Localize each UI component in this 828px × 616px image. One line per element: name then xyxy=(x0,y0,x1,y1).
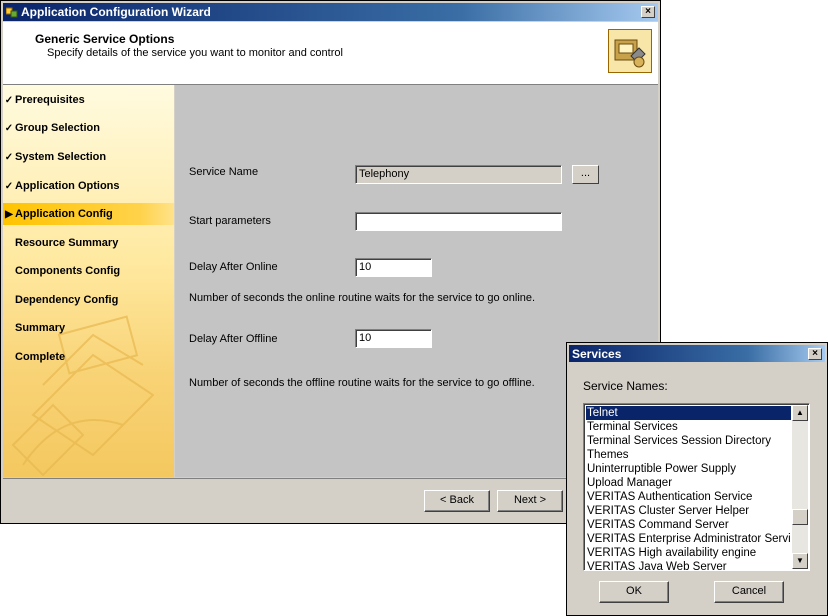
page-title: Generic Service Options xyxy=(35,32,175,46)
step-application-config: ▶ Application Config xyxy=(3,203,174,225)
wizard-close-button[interactable]: × xyxy=(641,6,655,18)
delay-after-offline-input[interactable]: 10 xyxy=(355,329,432,348)
ok-button[interactable]: OK xyxy=(599,581,669,603)
scroll-thumb[interactable] xyxy=(792,509,808,525)
delay-after-online-help: Number of seconds the online routine wai… xyxy=(189,292,536,304)
services-close-button[interactable]: × xyxy=(808,348,822,360)
wizard-logo-icon xyxy=(608,29,652,73)
step-label: System Selection xyxy=(15,151,107,163)
step-label: Complete xyxy=(15,351,66,363)
step-complete: Complete xyxy=(3,346,65,368)
list-item[interactable]: Terminal Services Session Directory xyxy=(586,434,791,448)
step-dependency-config: Dependency Config xyxy=(3,289,118,311)
page-subtitle: Specify details of the service you want … xyxy=(47,47,343,59)
service-names-listbox[interactable]: Telnet Terminal Services Terminal Servic… xyxy=(583,403,810,571)
wizard-title: Application Configuration Wizard xyxy=(21,5,211,19)
checkmark-icon: ✓ xyxy=(4,152,14,163)
delay-after-offline-label: Delay After Offline xyxy=(189,333,278,345)
start-parameters-input[interactable] xyxy=(355,212,562,231)
list-item[interactable]: VERITAS Enterprise Administrator Servic xyxy=(586,532,791,546)
scroll-up-icon[interactable]: ▲ xyxy=(792,405,808,421)
services-title: Services xyxy=(572,347,622,361)
step-prerequisites: ✓ Prerequisites xyxy=(3,89,85,111)
list-item[interactable]: VERITAS Command Server xyxy=(586,518,791,532)
list-item[interactable]: VERITAS Java Web Server xyxy=(586,560,791,570)
step-label: Group Selection xyxy=(15,122,100,134)
cancel-button[interactable]: Cancel xyxy=(714,581,784,603)
service-name-label: Service Name xyxy=(189,166,259,178)
step-label: Application Config xyxy=(15,208,113,220)
step-label: Summary xyxy=(15,322,66,334)
list-scrollbar[interactable]: ▲ ▼ xyxy=(792,405,808,569)
wizard-header: Generic Service Options Specify details … xyxy=(3,22,658,85)
list-item[interactable]: Upload Manager xyxy=(586,476,791,490)
list-item[interactable]: Uninterruptible Power Supply xyxy=(586,462,791,476)
services-titlebar[interactable]: Services × xyxy=(569,345,825,362)
delay-after-offline-help: Number of seconds the offline routine wa… xyxy=(189,377,535,389)
start-parameters-label: Start parameters xyxy=(189,215,271,227)
list-item[interactable]: VERITAS Authentication Service xyxy=(586,490,791,504)
back-button[interactable]: < Back xyxy=(424,490,490,512)
current-step-arrow-icon: ▶ xyxy=(5,209,13,220)
step-label: Components Config xyxy=(15,265,121,277)
wizard-button-bar: < Back Next > xyxy=(3,478,658,523)
service-list: Telnet Terminal Services Terminal Servic… xyxy=(586,406,791,570)
list-item[interactable]: Telnet xyxy=(586,406,791,420)
app-icon xyxy=(6,7,18,18)
delay-after-online-label: Delay After Online xyxy=(189,261,278,273)
list-item[interactable]: Themes xyxy=(586,448,791,462)
step-system-selection: ✓ System Selection xyxy=(3,146,106,168)
checkmark-icon: ✓ xyxy=(4,181,14,192)
list-item[interactable]: Terminal Services xyxy=(586,420,791,434)
wizard-window: Application Configuration Wizard × Gener… xyxy=(0,0,661,524)
step-label: Prerequisites xyxy=(15,94,85,106)
step-label: Dependency Config xyxy=(15,294,119,306)
service-names-label: Service Names: xyxy=(583,379,668,393)
step-label: Application Options xyxy=(15,180,120,192)
service-name-field: Telephony xyxy=(355,165,562,184)
browse-services-button[interactable]: ... xyxy=(572,165,599,184)
close-icon: × xyxy=(812,348,818,359)
services-dialog: Services × Service Names: Telnet Termina… xyxy=(566,342,828,616)
next-button[interactable]: Next > xyxy=(497,490,563,512)
list-item[interactable]: VERITAS High availability engine xyxy=(586,546,791,560)
step-application-options: ✓ Application Options xyxy=(3,175,120,197)
delay-after-online-input[interactable]: 10 xyxy=(355,258,432,277)
step-resource-summary: Resource Summary xyxy=(3,232,118,254)
checkmark-icon: ✓ xyxy=(4,95,14,106)
checkmark-icon: ✓ xyxy=(4,123,14,134)
wizard-titlebar[interactable]: Application Configuration Wizard × xyxy=(3,3,658,21)
scroll-down-icon[interactable]: ▼ xyxy=(792,553,808,569)
wizard-steps-sidebar: ✓ Prerequisites ✓ Group Selection ✓ System … xyxy=(3,85,174,477)
step-components-config: Components Config xyxy=(3,260,120,282)
step-group-selection: ✓ Group Selection xyxy=(3,117,100,139)
close-icon: × xyxy=(645,6,651,17)
list-item[interactable]: VERITAS Cluster Server Helper xyxy=(586,504,791,518)
step-label: Resource Summary xyxy=(15,237,119,249)
step-summary: Summary xyxy=(3,317,65,339)
